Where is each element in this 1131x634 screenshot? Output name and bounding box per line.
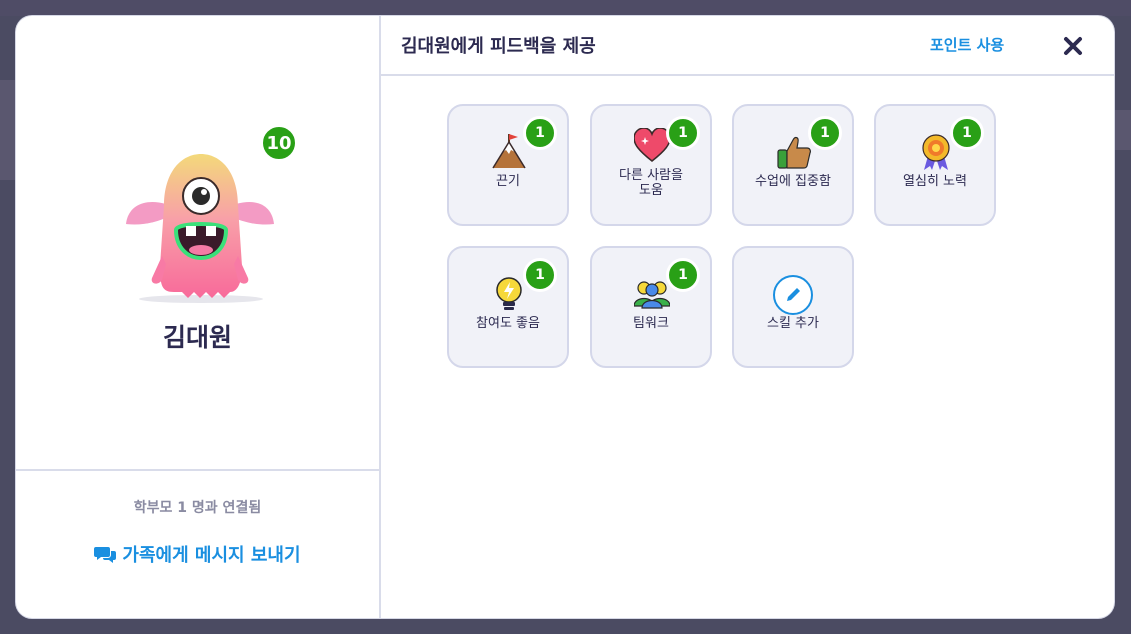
student-pane: 10 김대원 학부모 1 명과 연결됨 가족에게 메시지 보내기 xyxy=(16,16,381,618)
skill-card-teamwork[interactable]: 팀워크 1 xyxy=(590,246,712,368)
student-profile: 10 김대원 xyxy=(16,16,379,471)
skill-card-participating[interactable]: 참여도 좋음 1 xyxy=(447,246,569,368)
skill-count-badge: 1 xyxy=(523,116,557,150)
feedback-header: 김대원에게 피드백을 제공 포인트 사용 xyxy=(381,16,1114,76)
student-name: 김대원 xyxy=(162,323,232,352)
skill-label: 수업에 집중함 xyxy=(755,174,831,189)
mountain-flag-icon xyxy=(492,134,526,169)
skill-label: 참여도 좋음 xyxy=(476,316,540,331)
chat-bubbles-icon xyxy=(94,547,117,563)
feedback-pane: 김대원에게 피드백을 제공 포인트 사용 끈기 1 다른 사람을 도움 1 수업… xyxy=(381,16,1114,618)
points-badge: 10 xyxy=(260,124,298,162)
skill-count-badge: 1 xyxy=(523,258,557,292)
skill-count-badge: 1 xyxy=(950,116,984,150)
feedback-modal: 10 김대원 학부모 1 명과 연결됨 가족에게 메시지 보내기 김대원에게 피… xyxy=(16,16,1114,618)
skill-card-helping-others[interactable]: 다른 사람을 도움 1 xyxy=(590,104,712,226)
skill-label: 스킬 추가 xyxy=(767,316,819,331)
skill-label: 다른 사람을 도움 xyxy=(619,168,683,198)
student-avatar xyxy=(126,154,274,303)
heart-icon xyxy=(634,128,670,162)
skill-card-on-task[interactable]: 수업에 집중함 1 xyxy=(732,104,854,226)
team-icon xyxy=(634,281,670,309)
add-skill-button[interactable]: 스킬 추가 xyxy=(732,246,854,368)
skill-count-badge: 1 xyxy=(666,258,700,292)
pencil-icon xyxy=(773,275,813,315)
skill-label: 열심히 노력 xyxy=(903,174,967,189)
close-icon[interactable] xyxy=(1061,34,1085,58)
skill-label: 끈기 xyxy=(496,174,520,189)
skill-label: 팀워크 xyxy=(633,316,669,331)
skill-count-badge: 1 xyxy=(666,116,700,150)
medal-icon xyxy=(922,134,950,170)
message-family-link[interactable]: 가족에게 메시지 보내기 xyxy=(16,541,379,567)
background-top xyxy=(0,0,1131,16)
thumbs-up-icon xyxy=(777,136,811,169)
message-family-label: 가족에게 메시지 보내기 xyxy=(122,545,301,566)
feedback-title: 김대원에게 피드백을 제공 xyxy=(401,36,596,57)
parents-connected-text: 학부모 1 명과 연결됨 xyxy=(133,500,262,516)
lightbulb-icon xyxy=(496,277,522,310)
use-points-link[interactable]: 포인트 사용 xyxy=(930,34,1004,55)
skill-count-badge: 1 xyxy=(808,116,842,150)
skill-card-perseverance[interactable]: 끈기 1 xyxy=(447,104,569,226)
background-hint-left xyxy=(0,80,16,180)
background-hint-right xyxy=(1113,110,1131,150)
skill-card-hard-work[interactable]: 열심히 노력 1 xyxy=(874,104,996,226)
